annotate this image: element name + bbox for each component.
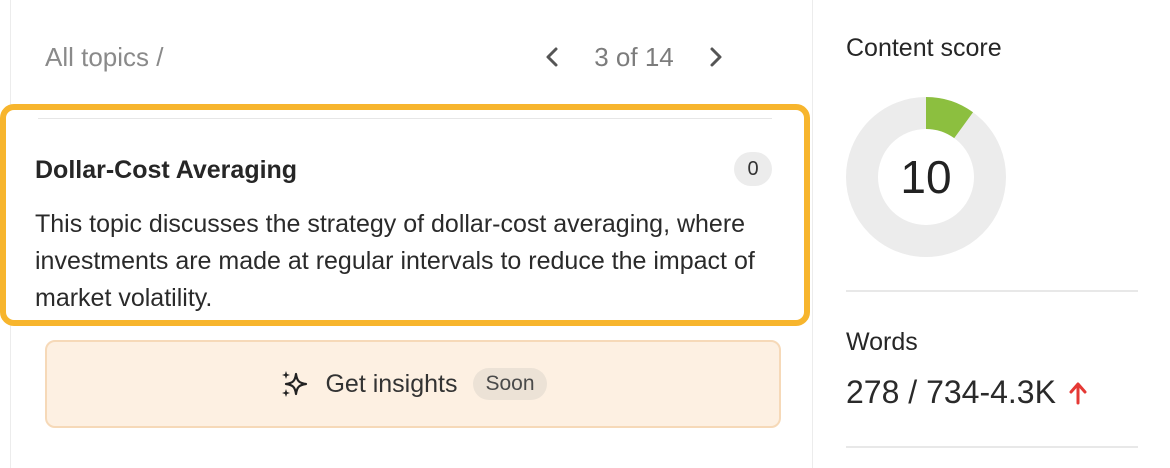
chevron-right-icon <box>710 47 722 67</box>
topic-count-badge: 0 <box>734 152 772 186</box>
pager-count: 3 of 14 <box>594 41 674 72</box>
topic-card[interactable]: Dollar-Cost Averaging 0 This topic discu… <box>0 104 810 326</box>
get-insights-button[interactable]: Get insights Soon <box>45 340 781 428</box>
content-score-label: Content score <box>846 34 1002 62</box>
topic-title: Dollar-Cost Averaging <box>35 156 298 184</box>
section-divider <box>846 290 1138 292</box>
breadcrumb[interactable]: All topics / <box>45 42 164 73</box>
score-panel: Content score 10 Words 278 / 734-4.3K <box>814 0 1170 468</box>
next-topic-button[interactable] <box>701 36 731 78</box>
chevron-left-icon <box>546 47 558 67</box>
card-divider <box>38 118 772 119</box>
words-label: Words <box>846 328 918 356</box>
arrow-up-icon <box>1069 382 1087 404</box>
section-divider <box>846 446 1138 448</box>
get-insights-label: Get insights <box>325 369 458 398</box>
topic-pager: 3 of 14 <box>537 36 731 78</box>
words-value-row: 278 / 734-4.3K <box>846 374 1088 411</box>
prev-topic-button[interactable] <box>537 36 567 78</box>
content-score-value: 10 <box>900 151 952 203</box>
sparkle-icon <box>282 371 308 397</box>
words-value: 278 / 734-4.3K <box>846 374 1056 410</box>
topic-description: This topic discusses the strategy of dol… <box>35 210 755 312</box>
soon-badge: Soon <box>473 368 547 400</box>
